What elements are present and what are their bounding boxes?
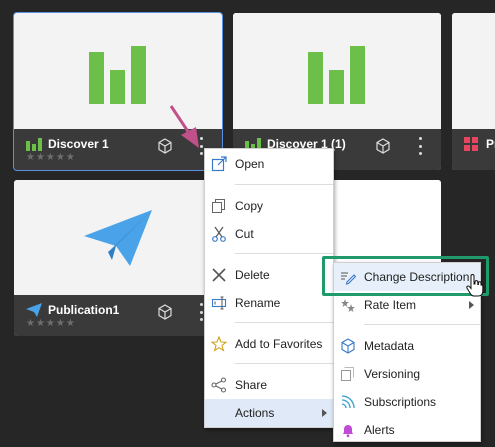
tile-footer: Publication1 ★★★★★ — [14, 295, 222, 336]
menu-item-alerts[interactable]: Alerts — [334, 416, 480, 444]
menu-item-cut[interactable]: Cut — [205, 220, 333, 248]
menu-separator — [235, 253, 333, 254]
cube-icon[interactable] — [157, 304, 173, 320]
menu-item-actions[interactable]: Actions — [205, 399, 333, 427]
tile-title: Publication1 — [48, 303, 120, 317]
bar-chart-icon — [308, 46, 365, 104]
menu-item-share[interactable]: Share — [205, 371, 333, 399]
menu-item-open[interactable]: Open — [205, 150, 333, 178]
hand-cursor-icon — [466, 274, 484, 297]
submenu-arrow-icon — [469, 301, 474, 309]
subscriptions-icon — [341, 395, 355, 409]
rename-icon — [211, 296, 227, 310]
rating-stars[interactable]: ★★★★★ — [26, 152, 76, 163]
tile-footer: Pr — [452, 129, 495, 170]
more-options-icon[interactable] — [417, 137, 423, 155]
menu-item-versioning[interactable]: Versioning — [334, 360, 480, 388]
tile-title: Discover 1 — [48, 137, 109, 151]
menu-item-metadata[interactable]: Metadata — [334, 332, 480, 360]
tile-title: Pr — [486, 137, 495, 151]
tile-discover-1-copy[interactable]: Discover 1 (1) ★★★★★ — [233, 13, 441, 170]
star-icon — [211, 336, 227, 352]
paper-plane-icon — [84, 209, 152, 266]
cube-icon[interactable] — [375, 138, 391, 154]
delete-icon — [212, 268, 226, 282]
bar-chart-icon — [89, 46, 146, 104]
pointer-arrow-annotation — [169, 105, 199, 148]
rate-icon — [341, 299, 355, 312]
tile-report[interactable]: Pr — [452, 13, 495, 170]
rating-stars[interactable]: ★★★★★ — [26, 318, 76, 329]
metadata-icon — [341, 338, 355, 354]
tile-publication-1[interactable]: Publication1 ★★★★★ — [14, 180, 222, 336]
report-icon — [464, 137, 478, 151]
menu-item-add-to-favorites[interactable]: Add to Favorites — [205, 330, 333, 358]
menu-separator — [235, 363, 333, 364]
bell-icon — [343, 425, 353, 438]
tile-thumbnail — [14, 180, 222, 295]
versioning-icon — [341, 367, 354, 381]
publication-icon — [26, 303, 42, 317]
menu-separator — [364, 324, 480, 325]
submenu-arrow-icon — [322, 409, 327, 417]
tile-thumbnail — [452, 13, 495, 129]
open-icon — [211, 156, 227, 172]
discover-icon — [26, 138, 42, 151]
menu-item-copy[interactable]: Copy — [205, 192, 333, 220]
share-icon — [211, 377, 227, 393]
menu-separator — [235, 322, 333, 323]
cut-icon — [212, 226, 226, 242]
menu-item-subscriptions[interactable]: Subscriptions — [334, 388, 480, 416]
callout-highlight-box — [322, 256, 489, 296]
tile-thumbnail — [233, 13, 441, 129]
menu-item-delete[interactable]: Delete — [205, 261, 333, 289]
menu-separator — [235, 184, 333, 185]
copy-icon — [212, 199, 225, 213]
context-menu: Open Copy Cut Delete Rename Add to Favor… — [204, 148, 334, 428]
menu-item-rename[interactable]: Rename — [205, 289, 333, 317]
